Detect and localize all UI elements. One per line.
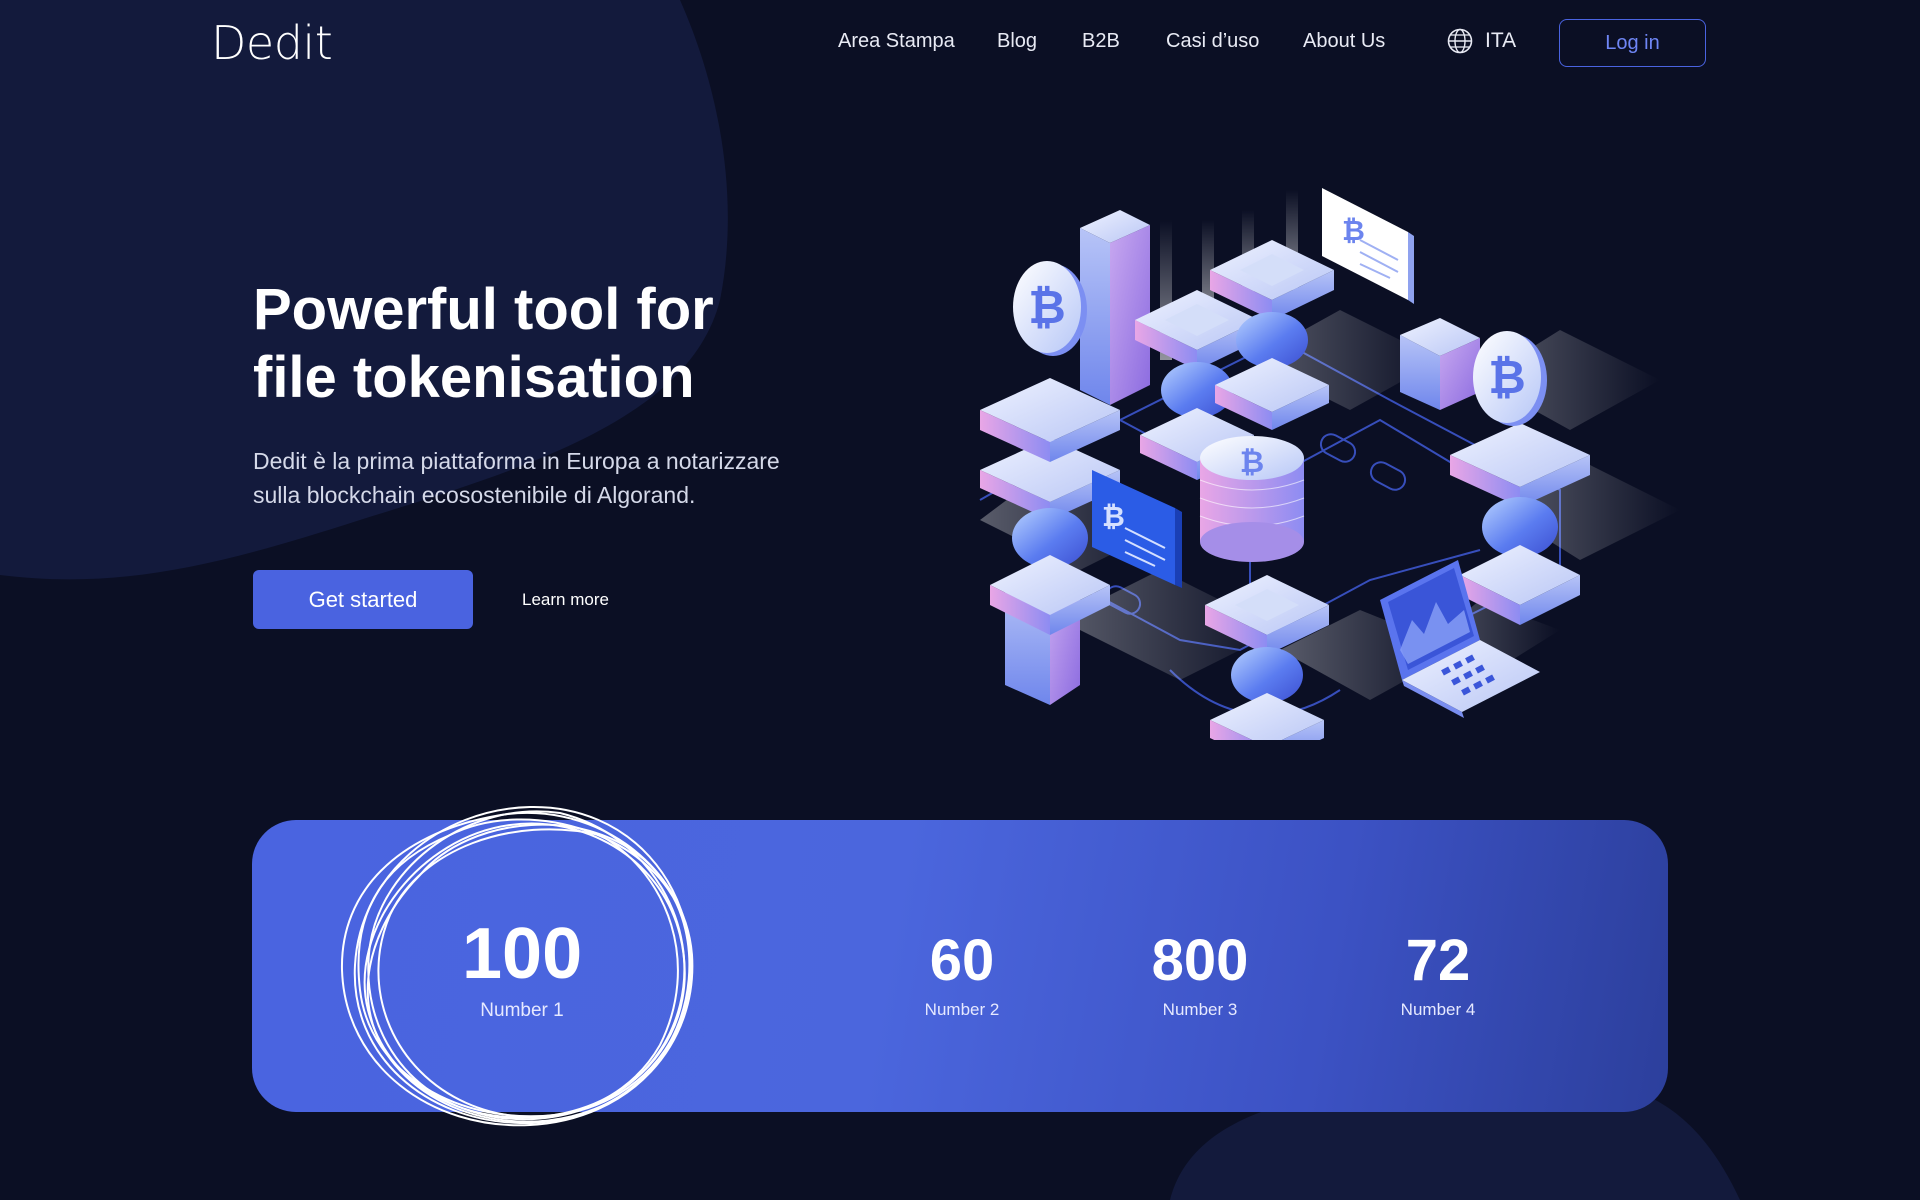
document-card-top: ₿ (1322, 188, 1414, 304)
stat-3-label: Number 3 (1162, 1000, 1238, 1019)
hero-title: Powerful tool for file tokenisation (253, 276, 873, 412)
svg-text:₿: ₿ (1240, 445, 1264, 480)
nav-link-area-stampa[interactable]: Area Stampa (838, 30, 955, 53)
nav-link-about-us[interactable]: About Us (1303, 30, 1385, 53)
stat-3: 800 Number 3 (1120, 932, 1280, 1020)
landing-page: Dedit Area Stampa Blog B2B Casi d’uso Ab… (0, 0, 1920, 1200)
svg-text:₿: ₿ (1342, 214, 1365, 247)
hero-title-line-1: Powerful tool for (253, 277, 714, 342)
hero-subtitle: Dedit è la prima piattaforma in Europa a… (253, 444, 853, 512)
bitcoin-icon: ₿ (1013, 261, 1087, 356)
language-label: ITA (1485, 29, 1517, 52)
language-selector[interactable]: ITA (1447, 28, 1516, 54)
nav-link-casi-duso[interactable]: Casi d’uso (1166, 30, 1259, 53)
stat-4-label: Number 4 (1400, 1000, 1476, 1019)
stats-panel: 100 Number 1 60 Number 2 800 Number 3 72… (252, 820, 1668, 1112)
nav-link-b2b[interactable]: B2B (1082, 30, 1120, 53)
blockchain-illustration: ₿ ₿ ₿ ₿ ₿ (979, 188, 1680, 740)
hero-subtitle-line-2: sulla blockchain ecosostenibile di Algor… (253, 482, 696, 508)
svg-text:₿: ₿ (1488, 350, 1526, 404)
learn-more-link[interactable]: Learn more (522, 590, 609, 610)
get-started-button[interactable]: Get started (253, 570, 473, 629)
stat-4: 72 Number 4 (1358, 932, 1518, 1020)
globe-icon (1447, 28, 1473, 54)
stat-2: 60 Number 2 (882, 932, 1042, 1020)
cube-block (1400, 318, 1480, 410)
login-button[interactable]: Log in (1559, 19, 1706, 67)
document-card-blue: ₿ (1092, 470, 1182, 588)
stat-2-value: 60 (929, 928, 995, 993)
stat-1: 100 Number 1 (462, 918, 582, 1022)
svg-text:₿: ₿ (1102, 500, 1125, 533)
stat-3-value: 800 (1151, 928, 1249, 993)
stat-1-label: Number 1 (480, 1000, 564, 1021)
hero-subtitle-line-1: Dedit è la prima piattaforma in Europa a… (253, 448, 780, 474)
svg-text:₿: ₿ (1028, 280, 1066, 334)
nav-link-blog[interactable]: Blog (997, 30, 1037, 53)
coin-stack: ₿ (1199, 436, 1305, 562)
stat-4-value: 72 (1405, 928, 1471, 993)
stat-1-value: 100 (462, 914, 583, 994)
tall-block (1080, 210, 1150, 405)
top-navigation: Dedit Area Stampa Blog B2B Casi d’uso Ab… (0, 0, 1920, 86)
stat-2-label: Number 2 (924, 1000, 1000, 1019)
hero-title-line-2: file tokenisation (253, 345, 695, 410)
